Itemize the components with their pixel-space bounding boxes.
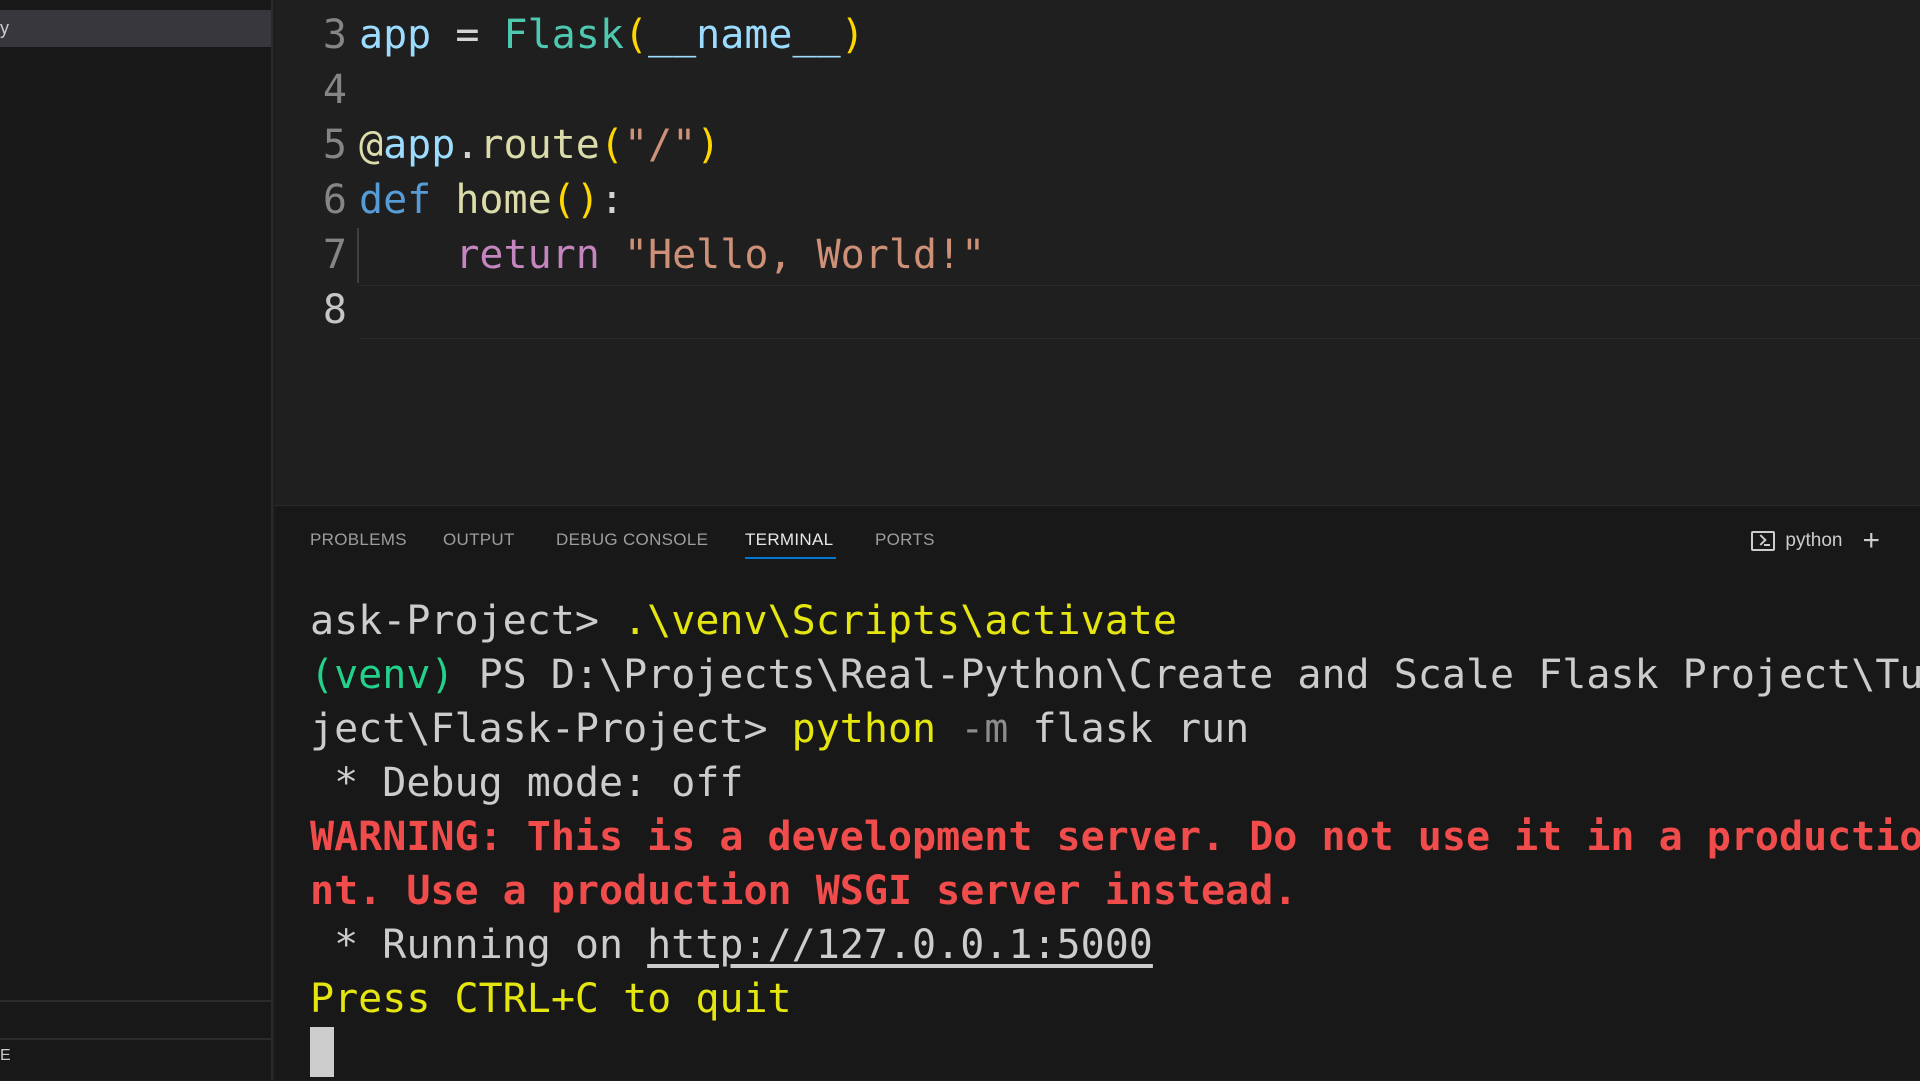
code-text: def home(): xyxy=(359,173,624,228)
terminal-line: Press CTRL+C to quit xyxy=(310,972,792,1026)
terminal-output[interactable]: ask-Project> .\venv\Scripts\activate(ven… xyxy=(310,594,1920,1081)
sidebar-divider xyxy=(0,1000,271,1002)
code-token: home xyxy=(455,177,551,223)
line-number: 5 xyxy=(275,118,347,173)
explorer-selected-item[interactable]: y xyxy=(0,10,271,47)
terminal-line: (venv) PS D:\Projects\Real-Python\Create… xyxy=(310,648,1920,702)
code-token: ) xyxy=(696,122,720,168)
code-token: ( xyxy=(600,122,624,168)
code-token: "/" xyxy=(624,122,696,168)
code-line[interactable]: 7 return "Hello, World!" xyxy=(275,228,1920,283)
tab-problems[interactable]: PROBLEMS xyxy=(310,530,407,550)
terminal-line: nt. Use a production WSGI server instead… xyxy=(310,864,1297,918)
terminal-line: * Running on http://127.0.0.1:5000 xyxy=(310,918,1153,972)
terminal-actions: python + xyxy=(1751,526,1880,556)
panel-tabs: PROBLEMS OUTPUT DEBUG CONSOLE TERMINAL P… xyxy=(275,506,1920,571)
code-token: app xyxy=(383,122,455,168)
code-token: : xyxy=(600,177,624,223)
terminal-text: (venv) xyxy=(310,652,455,698)
terminal-text: PS D:\Projects\Real-Python\Create and Sc… xyxy=(455,652,1920,698)
terminal-text: ject\Flask-Project> xyxy=(310,706,792,752)
code-token: @ xyxy=(359,122,383,168)
code-token xyxy=(431,177,455,223)
line-number: 7 xyxy=(275,228,347,283)
terminal-text: .\venv\Scripts\activate xyxy=(623,598,1177,644)
code-token: ( xyxy=(624,12,648,58)
code-token: ) xyxy=(841,12,865,58)
code-token: route xyxy=(479,122,599,168)
line-number: 4 xyxy=(275,63,347,118)
tab-debug-console[interactable]: DEBUG CONSOLE xyxy=(556,530,708,550)
code-token: app xyxy=(359,12,431,58)
code-token: "Hello, World!" xyxy=(624,232,985,278)
bottom-panel: PROBLEMS OUTPUT DEBUG CONSOLE TERMINAL P… xyxy=(275,505,1920,1080)
tab-output[interactable]: OUTPUT xyxy=(443,530,515,550)
code-text: app = Flask(__name__) xyxy=(359,8,865,63)
line-number: 6 xyxy=(275,173,347,228)
terminal-text: * Running on xyxy=(310,922,647,968)
terminal-icon xyxy=(1751,531,1775,551)
tab-terminal[interactable]: TERMINAL xyxy=(745,530,833,550)
terminal-text: Press CTRL+C to quit xyxy=(310,976,792,1022)
code-editor[interactable]: 3app = Flask(__name__)45@app.route("/")6… xyxy=(275,0,1920,505)
terminal-text: -m xyxy=(936,706,1008,752)
code-token: . xyxy=(455,122,479,168)
tab-ports[interactable]: PORTS xyxy=(875,530,935,550)
code-line[interactable]: 5@app.route("/") xyxy=(275,118,1920,173)
terminal-text: WARNING: This is a development server. D… xyxy=(310,814,1920,860)
code-token: def xyxy=(359,177,431,223)
code-token: return xyxy=(455,232,600,278)
terminal-text: flask run xyxy=(1008,706,1249,752)
server-url-link[interactable]: http://127.0.0.1:5000 xyxy=(647,922,1153,968)
code-token: Flask xyxy=(504,12,624,58)
code-token xyxy=(359,232,455,278)
code-text: return "Hello, World!" xyxy=(359,228,985,283)
terminal-text: nt. Use a production WSGI server instead… xyxy=(310,868,1297,914)
sidebar-bottom-item[interactable]: E xyxy=(0,1047,11,1065)
terminal-line: ject\Flask-Project> python -m flask run xyxy=(310,702,1249,756)
code-token xyxy=(600,232,624,278)
terminal-text: python xyxy=(792,706,937,752)
terminal-line: * Debug mode: off xyxy=(310,756,743,810)
code-line[interactable]: 4 xyxy=(275,63,1920,118)
terminal-line: WARNING: This is a development server. D… xyxy=(310,810,1920,864)
sidebar-divider xyxy=(0,1038,271,1040)
line-number: 3 xyxy=(275,8,347,63)
terminal-cursor xyxy=(310,1027,334,1077)
terminal-instance-name[interactable]: python xyxy=(1785,530,1842,552)
explorer-sidebar: y E xyxy=(0,0,273,1080)
line-number: 8 xyxy=(275,283,347,338)
code-line[interactable]: 3app = Flask(__name__) xyxy=(275,8,1920,63)
terminal-text: * Debug mode: off xyxy=(310,760,743,806)
terminal-line: ask-Project> .\venv\Scripts\activate xyxy=(310,594,1177,648)
terminal-text: ask-Project> xyxy=(310,598,623,644)
new-terminal-plus-icon[interactable]: + xyxy=(1862,526,1880,556)
code-text: @app.route("/") xyxy=(359,118,720,173)
code-token: = xyxy=(431,12,503,58)
active-tab-indicator xyxy=(745,557,836,559)
code-line[interactable]: 6def home(): xyxy=(275,173,1920,228)
code-line[interactable]: 8 xyxy=(275,283,1920,338)
code-token: __name__ xyxy=(648,12,841,58)
code-token: () xyxy=(552,177,600,223)
